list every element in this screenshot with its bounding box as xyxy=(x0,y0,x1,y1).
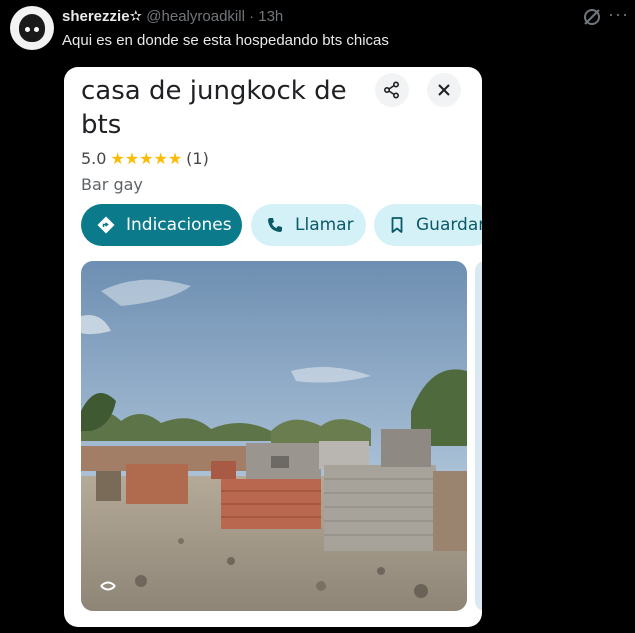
share-icon xyxy=(383,81,400,99)
avatar-face xyxy=(19,14,45,42)
save-label: Guardar xyxy=(416,215,482,235)
close-button[interactable] xyxy=(427,73,461,107)
close-icon xyxy=(438,84,450,96)
verified-star-icon: ✫ xyxy=(129,8,143,25)
call-button[interactable]: Llamar xyxy=(251,204,366,246)
review-count: (1) xyxy=(186,149,209,168)
place-category: Bar gay xyxy=(81,175,143,194)
rating-row[interactable]: 5.0 ★★★★★ (1) xyxy=(81,149,209,169)
tweet-header: sherezzie✫ @healyroadkill · 13h xyxy=(62,7,283,27)
call-label: Llamar xyxy=(295,215,354,235)
place-title: casa de jungkock de bts xyxy=(81,76,347,140)
directions-label: Indicaciones xyxy=(126,215,232,235)
save-button[interactable]: Guardar xyxy=(374,204,482,246)
more-options-icon[interactable]: ··· xyxy=(608,4,629,24)
share-button[interactable] xyxy=(375,73,409,107)
street-view-photo[interactable] xyxy=(81,261,467,611)
grok-icon[interactable] xyxy=(581,6,603,28)
user-handle[interactable]: @healyroadkill xyxy=(146,8,245,25)
separator-dot: · xyxy=(249,8,255,25)
rating-stars: ★★★★★ xyxy=(110,149,183,168)
next-photo-peek[interactable] xyxy=(475,261,482,611)
avatar[interactable] xyxy=(10,6,54,50)
place-card: casa de jungkock de bts 5.0 ★★★★★ (1) Bar … xyxy=(64,67,482,627)
bookmark-icon xyxy=(387,215,407,235)
directions-button[interactable]: Indicaciones xyxy=(81,204,242,246)
phone-icon xyxy=(265,215,285,235)
display-name[interactable]: sherezzie xyxy=(62,8,130,25)
timestamp[interactable]: 13h xyxy=(258,8,283,25)
rating-value: 5.0 xyxy=(81,149,107,168)
tweet-text: Aqui es en donde se esta hospedando bts … xyxy=(62,32,389,49)
directions-icon xyxy=(96,215,116,235)
